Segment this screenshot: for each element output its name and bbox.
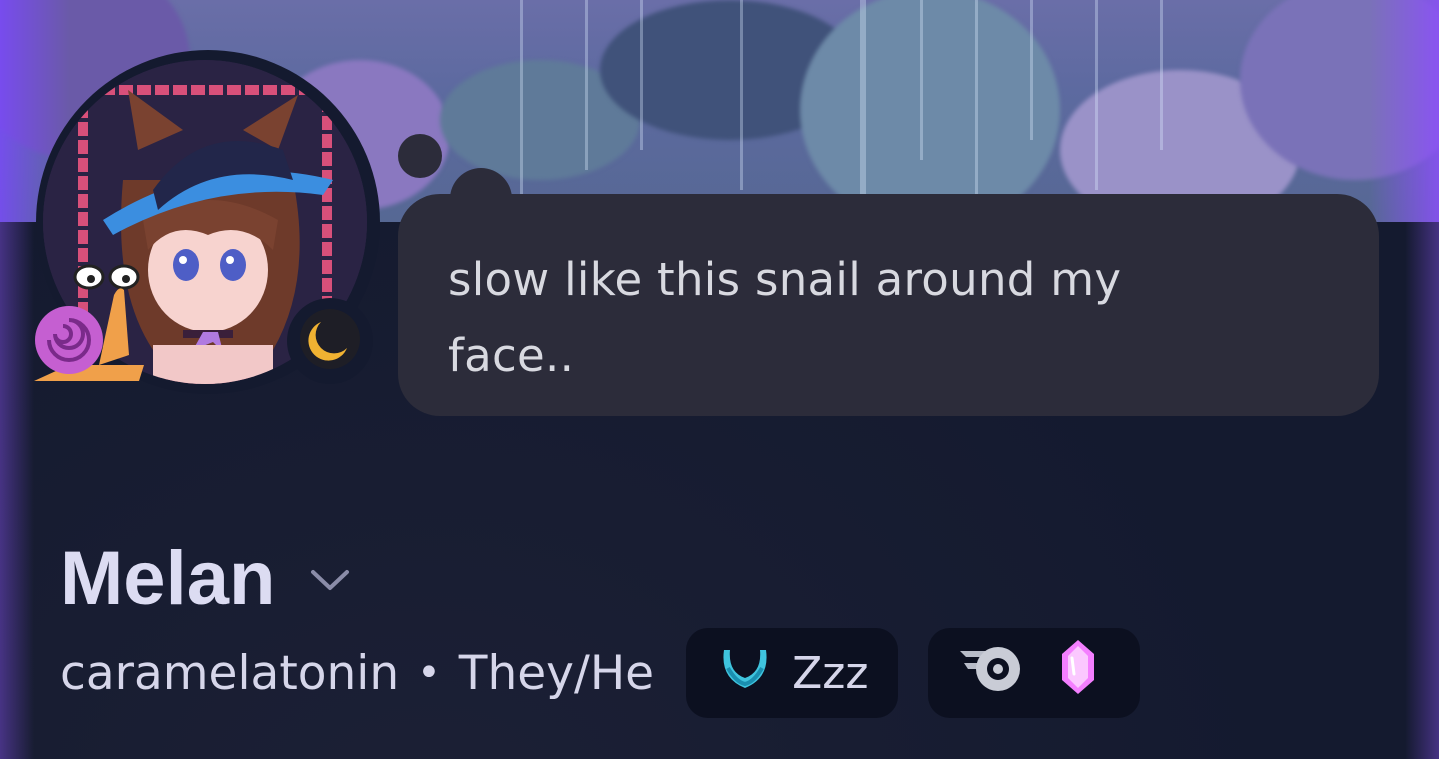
- display-name: Melan: [60, 535, 276, 621]
- snail-decoration: [29, 255, 159, 385]
- nitro-gem-icon[interactable]: [1060, 638, 1096, 708]
- custom-status-text: slow like this snail around my face..: [448, 242, 1208, 394]
- thought-bubble-dot: [398, 134, 442, 178]
- separator-dot: •: [417, 650, 441, 696]
- avatar[interactable]: [33, 50, 383, 395]
- profile-info-row: caramelatonin • They/He Zzz: [60, 628, 1141, 718]
- presence-status-indicator: [287, 298, 373, 384]
- pronouns: They/He: [458, 645, 655, 701]
- custom-status-bubble[interactable]: slow like this snail around my face..: [398, 194, 1379, 416]
- activity-status-chip[interactable]: Zzz: [686, 628, 899, 718]
- custom-status-line: slow like this snail around my: [448, 253, 1122, 306]
- user-profile-panel: slow like this snail around my face.. Me…: [0, 0, 1439, 759]
- display-name-row: Melan: [60, 536, 351, 621]
- hypesquad-icon[interactable]: [958, 643, 1024, 703]
- activity-label: Zzz: [792, 647, 869, 699]
- username: caramelatonin: [60, 645, 400, 701]
- custom-status-line: face..: [448, 329, 575, 382]
- crescent-moon-icon: [716, 638, 774, 708]
- idle-moon-icon: [299, 308, 361, 374]
- chevron-down-icon[interactable]: [309, 567, 351, 597]
- badges-chip[interactable]: [928, 628, 1141, 718]
